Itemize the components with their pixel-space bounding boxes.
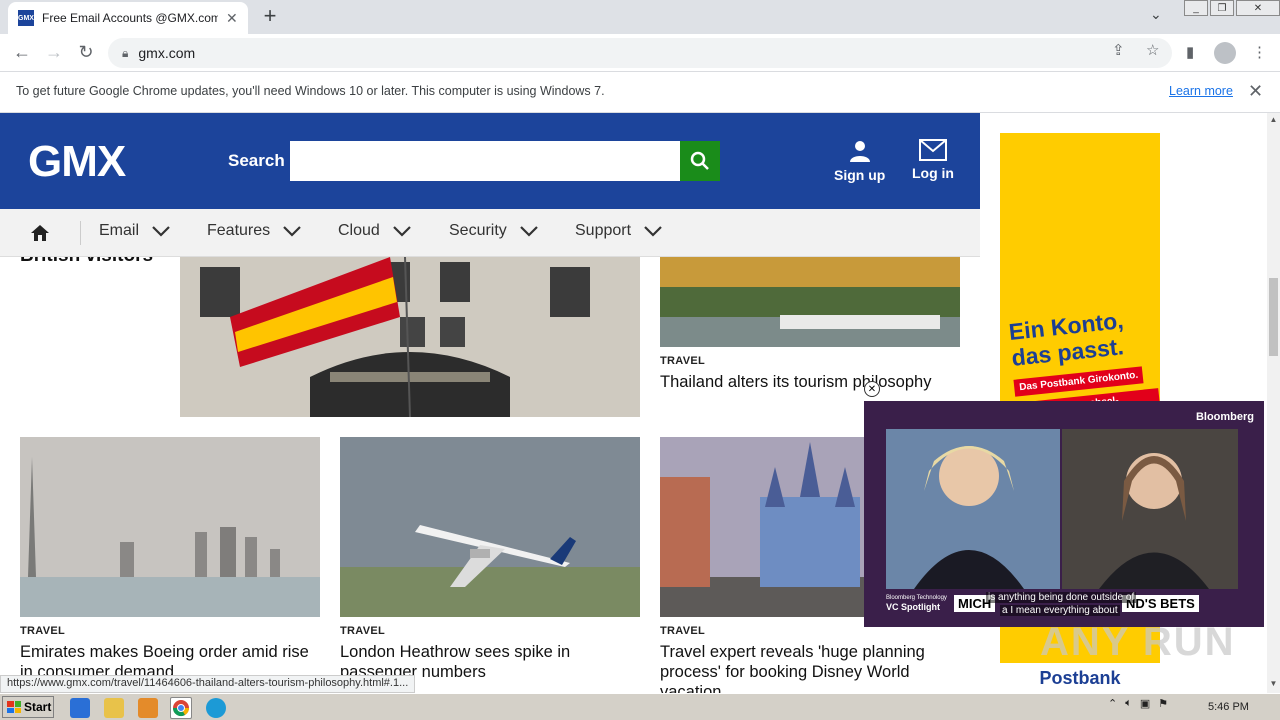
nav-item-label: Support — [575, 222, 632, 239]
article-category: TRAVEL — [660, 355, 705, 367]
gmx-header: GMX Search Sign up Log in — [0, 113, 980, 209]
windows-taskbar: Start ⌃ 🔈︎ ▣ ⚑ 5:46 PM — [0, 693, 1280, 720]
scroll-up-icon[interactable]: ▲ — [1267, 115, 1280, 124]
ad-slogan: Ein Konto, das passt. — [1008, 307, 1128, 371]
video-show-small-label: Bloomberg Technology — [886, 595, 947, 601]
url-text: gmx.com — [138, 45, 196, 61]
video-caption: is anything being done outside of — [986, 592, 1137, 603]
window-controls: _ ❐ ✕ — [1182, 0, 1280, 18]
postbank-logo: Postbank — [1000, 663, 1160, 693]
nav-item-cloud[interactable]: Cloud — [338, 222, 412, 240]
search-icon — [690, 151, 709, 170]
system-tray: ⌃ 🔈︎ ▣ ⚑ — [1108, 697, 1176, 710]
ie-icon[interactable] — [70, 698, 90, 718]
tab-title: Free Email Accounts @GMX.com: Se — [42, 11, 218, 25]
gmx-logo[interactable]: GMX — [28, 137, 126, 187]
update-infobar: To get future Google Chrome updates, you… — [0, 72, 1280, 113]
new-tab-button[interactable]: + — [258, 5, 282, 29]
address-bar[interactable]: 🔒︎ gmx.com — [108, 38, 1172, 68]
nav-item-support[interactable]: Support — [575, 222, 663, 240]
nav-item-features[interactable]: Features — [207, 222, 302, 240]
window-close-button[interactable]: ✕ — [1236, 0, 1280, 16]
explorer-icon[interactable] — [104, 698, 124, 718]
main-nav: Email Features Cloud Security Support — [0, 209, 980, 257]
plane-takeoff-image[interactable] — [340, 437, 640, 617]
chevron-down-icon — [283, 226, 301, 237]
bloomberg-video-player[interactable]: Bloomberg Bloomberg Technology VC Spotli… — [864, 401, 1264, 627]
article-category: TRAVEL — [20, 625, 65, 637]
video-show-label: VC Spotlight — [886, 602, 940, 612]
bookmark-star-icon[interactable]: ☆ — [1146, 41, 1159, 59]
forward-icon[interactable]: → — [42, 42, 66, 63]
tab-strip: GMX Free Email Accounts @GMX.com: Se ✕ +… — [0, 0, 1280, 34]
edge-icon[interactable] — [206, 698, 226, 718]
tab-search-icon[interactable]: ⌄ — [1150, 6, 1162, 23]
browser-tab[interactable]: GMX Free Email Accounts @GMX.com: Se ✕ — [8, 2, 248, 34]
nav-item-label: Security — [449, 222, 507, 239]
taskbar-clock[interactable]: 5:46 PM — [1208, 701, 1249, 713]
menu-icon[interactable]: ⋮ — [1252, 43, 1267, 61]
status-url-bubble: https://www.gmx.com/travel/11464606-thai… — [0, 675, 416, 693]
sign-up-label: Sign up — [834, 167, 886, 183]
nav-item-email[interactable]: Email — [99, 222, 171, 240]
article-category: TRAVEL — [660, 625, 705, 637]
thailand-temple-image[interactable] — [660, 257, 960, 347]
anyrun-watermark: ANY RUN — [1040, 620, 1236, 664]
article-grid: British visitors — [0, 257, 980, 693]
scroll-down-icon[interactable]: ▼ — [1267, 679, 1280, 688]
lock-icon: 🔒︎ — [122, 45, 129, 60]
article-headline[interactable]: Travel expert reveals 'huge planning pro… — [660, 642, 960, 693]
video-source-label: Bloomberg — [1195, 411, 1254, 423]
article-headline[interactable]: Thailand alters its tourism philosophy — [660, 372, 970, 392]
tray-arrow-icon[interactable]: ⌃ — [1108, 697, 1117, 710]
article-headline[interactable]: British visitors — [20, 257, 153, 267]
volume-icon[interactable]: 🔈︎ — [1125, 697, 1132, 710]
nav-item-label: Features — [207, 222, 271, 239]
search-input[interactable] — [290, 141, 680, 181]
search-label: Search — [228, 151, 285, 170]
restore-button[interactable]: ❐ — [1210, 0, 1234, 16]
start-label: Start — [24, 700, 52, 714]
back-icon[interactable]: ← — [10, 42, 34, 63]
nav-item-label: Cloud — [338, 222, 380, 239]
infobar-close-icon[interactable]: ✕ — [1248, 81, 1263, 102]
share-icon[interactable]: ⇪ — [1112, 41, 1125, 59]
windows-logo-icon — [7, 701, 21, 713]
spain-flag-building-image[interactable] — [180, 257, 640, 417]
sign-up-link[interactable]: Sign up — [834, 139, 885, 183]
learn-more-link[interactable]: Learn more — [1169, 84, 1233, 98]
chevron-down-icon — [644, 226, 662, 237]
user-icon — [849, 141, 870, 162]
log-in-label: Log in — [912, 165, 954, 181]
start-button[interactable]: Start — [2, 696, 54, 718]
profile-avatar[interactable] — [1214, 42, 1236, 64]
chrome-icon[interactable] — [170, 697, 192, 719]
log-in-link[interactable]: Log in — [912, 139, 954, 181]
chevron-down-icon — [520, 226, 538, 237]
network-icon[interactable]: ▣ — [1140, 697, 1150, 710]
nav-item-security[interactable]: Security — [449, 222, 539, 240]
video-close-icon[interactable]: ✕ — [864, 381, 880, 397]
chevron-down-icon — [152, 226, 170, 237]
dubai-skyline-image[interactable] — [20, 437, 320, 617]
infobar-message: To get future Google Chrome updates, you… — [16, 84, 605, 98]
gmx-favicon-icon: GMX — [18, 10, 34, 26]
action-center-icon[interactable]: ⚑ — [1158, 697, 1168, 710]
chevron-down-icon — [393, 226, 411, 237]
side-panel-icon[interactable]: ▮ — [1186, 43, 1194, 61]
search-button[interactable] — [680, 141, 720, 181]
page-scrollbar[interactable]: ▲ ▼ — [1267, 113, 1280, 693]
reload-icon[interactable]: ↻ — [74, 42, 98, 63]
envelope-icon — [919, 139, 947, 161]
media-player-icon[interactable] — [138, 698, 158, 718]
scroll-thumb[interactable] — [1269, 278, 1278, 356]
article-category: TRAVEL — [340, 625, 385, 637]
video-caption: a I mean everything about — [1000, 605, 1120, 616]
nav-divider — [80, 221, 81, 245]
minimize-button[interactable]: _ — [1184, 0, 1208, 16]
nav-item-label: Email — [99, 222, 140, 239]
home-icon[interactable] — [30, 223, 50, 248]
tab-close-icon[interactable]: ✕ — [226, 10, 238, 27]
browser-toolbar: ← → ↻ 🔒︎ gmx.com ⇪ ☆ ▮ ⋮ — [0, 34, 1280, 72]
